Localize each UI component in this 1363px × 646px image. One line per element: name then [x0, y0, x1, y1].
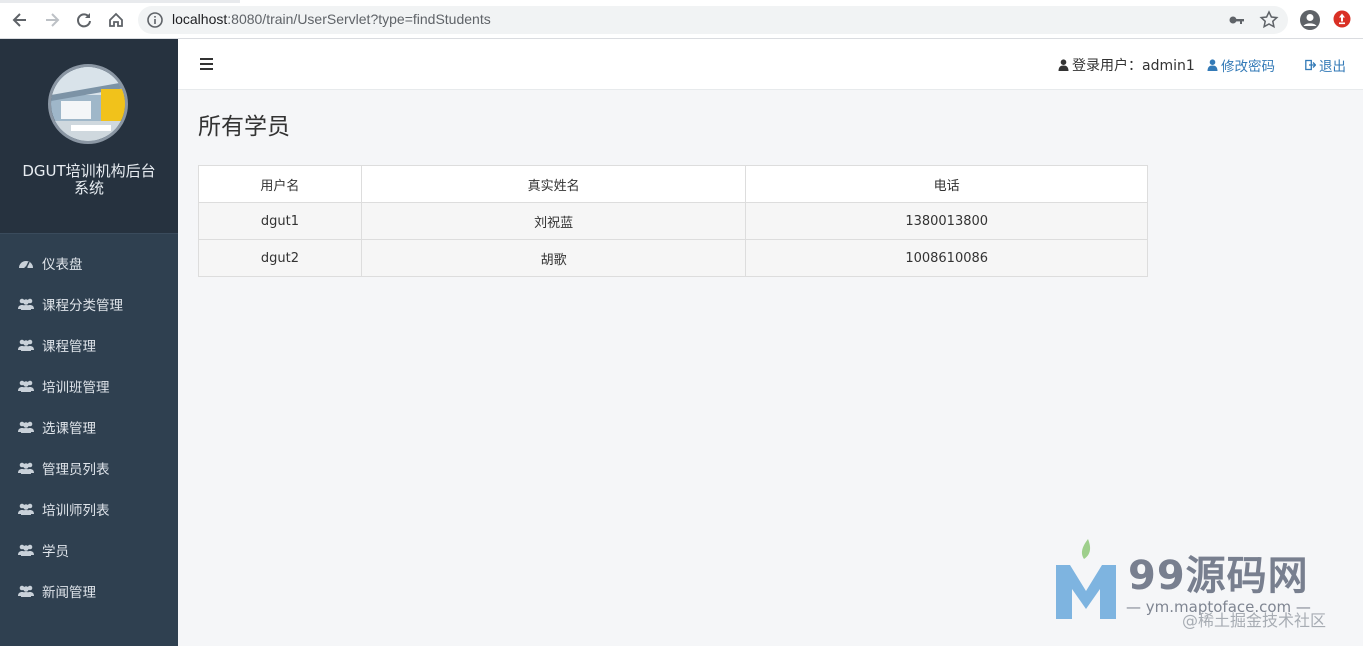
key-icon[interactable]	[1228, 11, 1246, 29]
avatar-image	[51, 67, 125, 141]
users-icon	[18, 585, 34, 597]
sidebar-item-label: 管理员列表	[42, 461, 110, 478]
cell-phone: 1008610086	[745, 239, 1148, 277]
cell-phone: 1380013800	[745, 202, 1148, 240]
users-icon	[18, 421, 34, 433]
browser-toolbar: localhost:8080/train/UserServlet?type=fi…	[0, 0, 1363, 39]
sidebar-item-trainers[interactable]: 培训师列表	[0, 488, 178, 529]
watermark-brand: 99源码网	[1128, 553, 1309, 599]
sidebar-item-label: 新闻管理	[42, 584, 96, 601]
sidebar-menu: 仪表盘 课程分类管理 课程管理 培训班管理 选课管理 管理员列表 培训师列表 学…	[0, 242, 178, 611]
sidebar-item-label: 学员	[42, 543, 69, 560]
table-row: dgut2 胡歌 1008610086	[198, 239, 1148, 277]
change-password-label: 修改密码	[1221, 59, 1275, 75]
cell-username: dgut2	[198, 239, 362, 277]
table-header-row: 用户名 真实姓名 电话	[198, 165, 1148, 203]
forward-button[interactable]	[40, 8, 64, 32]
users-icon	[18, 298, 34, 310]
page-title: 所有学员	[198, 114, 290, 140]
url-path: :8080/train/UserServlet?type=findStudent…	[227, 11, 491, 27]
url-text[interactable]: localhost:8080/train/UserServlet?type=fi…	[172, 11, 491, 27]
sidebar-item-course[interactable]: 课程管理	[0, 324, 178, 365]
url-host: localhost	[172, 11, 228, 27]
user-icon	[1058, 59, 1069, 71]
logout-link[interactable]: 退出	[1305, 55, 1346, 75]
sidebar-item-course-category[interactable]: 课程分类管理	[0, 283, 178, 324]
home-icon	[109, 12, 123, 27]
sidebar-item-students[interactable]: 学员	[0, 529, 178, 570]
sidebar-item-label: 仪表盘	[42, 256, 83, 273]
current-user: 登录用户：admin1	[1058, 55, 1195, 75]
sign-out-icon	[1305, 59, 1316, 71]
brand-title: DGUT培训机构后台系统	[22, 162, 156, 197]
user-icon	[1207, 59, 1218, 71]
users-icon	[18, 339, 34, 351]
sidebar-item-label: 课程分类管理	[42, 297, 123, 314]
logout-label: 退出	[1319, 59, 1346, 75]
sidebar-item-enrollment[interactable]: 选课管理	[0, 406, 178, 447]
star-icon[interactable]	[1259, 10, 1279, 30]
sidebar-item-label: 培训师列表	[42, 502, 110, 519]
info-icon[interactable]	[146, 11, 164, 29]
back-arrow-icon	[12, 13, 26, 27]
users-icon	[18, 544, 34, 556]
table-row: dgut1 刘祝蓝 1380013800	[198, 202, 1148, 240]
hamburger-icon	[200, 58, 213, 60]
users-icon	[18, 462, 34, 474]
hamburger-line	[200, 63, 213, 65]
watermark-logo	[1056, 539, 1116, 619]
sidebar: DGUT培训机构后台系统 仪表盘 课程分类管理 课程管理 培训班管理 选课管理 …	[0, 39, 178, 646]
extension-icon[interactable]	[1333, 10, 1351, 28]
back-button[interactable]	[8, 8, 32, 32]
hamburger-line	[200, 68, 213, 70]
watermark: 99源码网 — ym.maptoface.com — @稀土掘金技术社区	[1050, 535, 1350, 646]
sidebar-item-label: 课程管理	[42, 338, 96, 355]
sidebar-item-news[interactable]: 新闻管理	[0, 570, 178, 611]
sidebar-item-class[interactable]: 培训班管理	[0, 365, 178, 406]
current-user-label: 登录用户：admin1	[1072, 58, 1195, 74]
sidebar-item-dashboard[interactable]: 仪表盘	[0, 242, 178, 283]
sidebar-item-label: 培训班管理	[42, 379, 110, 396]
dashboard-icon	[19, 260, 33, 269]
column-header-username: 用户名	[198, 165, 362, 203]
users-icon	[18, 503, 34, 515]
students-table: 用户名 真实姓名 电话 dgut1 刘祝蓝 1380013800 dgut2 胡…	[198, 165, 1148, 277]
avatar[interactable]	[48, 64, 128, 144]
watermark-sub: @稀土掘金技术社区	[1182, 611, 1327, 630]
column-header-realname: 真实姓名	[360, 165, 747, 203]
menu-toggle-button[interactable]	[200, 58, 213, 70]
cell-realname: 胡歌	[360, 239, 747, 277]
cell-realname: 刘祝蓝	[360, 202, 747, 240]
address-bar[interactable]: localhost:8080/train/UserServlet?type=fi…	[138, 6, 1288, 34]
sidebar-brand: DGUT培训机构后台系统	[0, 39, 178, 234]
forward-arrow-icon	[46, 13, 60, 27]
top-navbar: 登录用户：admin1 修改密码 退出	[178, 39, 1363, 90]
sidebar-item-label: 选课管理	[42, 420, 96, 437]
cell-username: dgut1	[198, 202, 362, 240]
reload-button[interactable]	[72, 8, 96, 32]
sidebar-item-admins[interactable]: 管理员列表	[0, 447, 178, 488]
profile-icon[interactable]	[1299, 9, 1321, 31]
users-icon	[18, 380, 34, 392]
change-password-link[interactable]: 修改密码	[1207, 55, 1275, 75]
home-button[interactable]	[104, 8, 128, 32]
reload-icon	[77, 13, 91, 28]
column-header-phone: 电话	[745, 165, 1148, 203]
